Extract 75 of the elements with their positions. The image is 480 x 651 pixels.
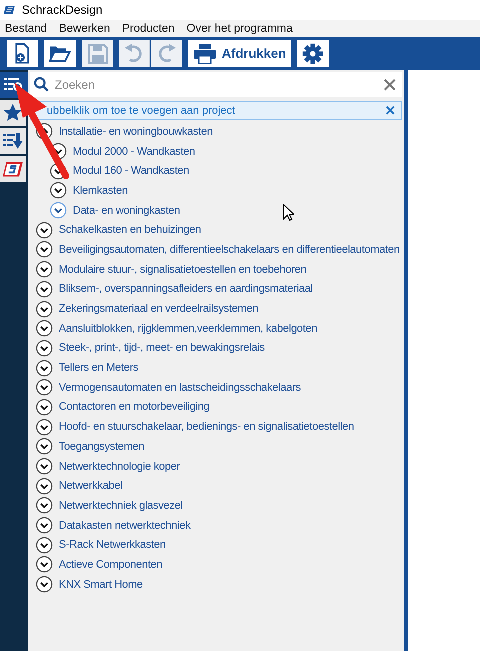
expand-icon[interactable]	[36, 438, 53, 456]
tree-item[interactable]: Modul 2000 - Wandkasten	[73, 146, 196, 158]
tree-item[interactable]: Modulaire stuur-, signalisatietoestellen en toebehoren	[59, 264, 307, 276]
undo-icon	[124, 44, 144, 64]
window-title: SchrackDesign	[22, 3, 103, 17]
toolbar-button[interactable]	[7, 40, 38, 67]
tree-item[interactable]: Tellers en Meters	[59, 362, 139, 374]
star-icon	[4, 104, 22, 122]
menu-item[interactable]: Over het programma	[186, 22, 293, 34]
tree-item[interactable]: Zekeringsmateriaal en verdeelrailsystemen	[59, 303, 258, 316]
tree-item[interactable]: KNX Smart Home	[59, 578, 143, 591]
toolbar-button[interactable]	[297, 40, 330, 67]
expand-icon[interactable]	[36, 379, 53, 396]
tree-item[interactable]: Toegangsystemen	[59, 440, 145, 453]
expand-icon[interactable]	[50, 162, 67, 180]
expand-icon[interactable]	[50, 182, 67, 200]
expand-icon[interactable]	[36, 340, 53, 357]
tree-item[interactable]: Hoofd- en stuurschakelaar, bedienings- en signalisatietoestellen	[59, 421, 354, 434]
tree-item[interactable]: Installatie- en woningbouwkasten	[59, 126, 214, 138]
tree-item[interactable]: Netwerktechniek glasvezel	[59, 500, 183, 512]
expand-icon[interactable]	[50, 202, 67, 220]
tree-item[interactable]: Klemkasten	[73, 184, 128, 197]
printer-icon	[193, 44, 217, 64]
expand-icon[interactable]	[36, 497, 53, 514]
tree-item[interactable]: Data- en woningkasten	[73, 204, 180, 217]
sidebar-tab[interactable]	[0, 128, 26, 154]
app-logo-icon	[4, 5, 16, 15]
menu-item[interactable]: Producten	[122, 22, 175, 34]
tree-item[interactable]: Contactoren en motorbeveiliging	[59, 401, 210, 414]
search-icon	[34, 77, 49, 92]
tree-item[interactable]: Steek-, print-, tijd-, meet- en bewakingsrelais	[59, 342, 265, 354]
clear-icon[interactable]	[384, 78, 396, 90]
tree-item[interactable]: Modul 160 - Wandkasten	[73, 165, 190, 178]
logo-icon	[3, 162, 23, 176]
close-icon[interactable]	[386, 106, 395, 115]
tree-item[interactable]: Actieve Componenten	[59, 558, 162, 571]
search-field[interactable]: Zoeken	[30, 72, 402, 97]
expand-icon[interactable]	[36, 576, 53, 594]
tree-item[interactable]: Netwerkkabel	[59, 480, 123, 492]
tree-item[interactable]: Netwerktechnologie koper	[59, 460, 180, 473]
expand-icon[interactable]	[36, 300, 53, 318]
folder-icon	[49, 44, 71, 62]
menu-item[interactable]: Bewerken	[59, 22, 110, 34]
tree-item[interactable]: Bliksem-, overspanningsafleiders en aardingsmateriaal	[59, 283, 313, 296]
tree-item[interactable]: S-Rack Netwerkkasten	[59, 539, 166, 552]
expand-icon[interactable]	[36, 458, 53, 476]
redo-icon	[156, 44, 176, 64]
list-search-icon	[4, 77, 24, 93]
expand-icon[interactable]	[36, 241, 53, 258]
expand-icon[interactable]	[36, 360, 53, 377]
expand-icon[interactable]	[36, 556, 53, 574]
sidebar-tab[interactable]	[0, 156, 26, 182]
expand-icon[interactable]	[36, 261, 53, 278]
expand-icon[interactable]	[36, 478, 53, 495]
tree-item[interactable]: Schakelkasten en behuizingen	[59, 224, 202, 236]
print-button[interactable]: Afdrukken	[188, 40, 292, 67]
menu-item[interactable]: Bestand	[5, 22, 48, 34]
expand-icon[interactable]	[36, 536, 53, 554]
expand-icon[interactable]	[36, 418, 53, 436]
hint-text: ubbelklik om toe te voegen aan project	[47, 104, 236, 116]
expand-icon[interactable]	[36, 280, 53, 298]
tree-item[interactable]: Beveiligingsautomaten, differentieelschakelaars en differentieelautomaten	[59, 244, 400, 256]
mouse-cursor-icon	[283, 204, 294, 221]
search-input[interactable]: Zoeken	[55, 78, 378, 92]
new-document-icon	[14, 43, 31, 64]
list-arrow-icon	[3, 133, 23, 149]
expand-icon[interactable]	[36, 398, 53, 416]
expand-icon[interactable]	[36, 320, 53, 338]
expand-icon[interactable]	[36, 222, 53, 239]
gear-icon	[302, 42, 324, 64]
tree-item[interactable]: Vermogensautomaten en lastscheidingsschakelaars	[59, 382, 302, 394]
tree-item[interactable]: Datakasten netwerktechniek	[59, 520, 191, 532]
tree-item[interactable]: Aansluitblokken, rijgklemmen,veerklemmen, kabelgoten	[59, 322, 318, 335]
expand-icon[interactable]	[36, 517, 53, 534]
toolbar-button[interactable]	[44, 40, 76, 67]
